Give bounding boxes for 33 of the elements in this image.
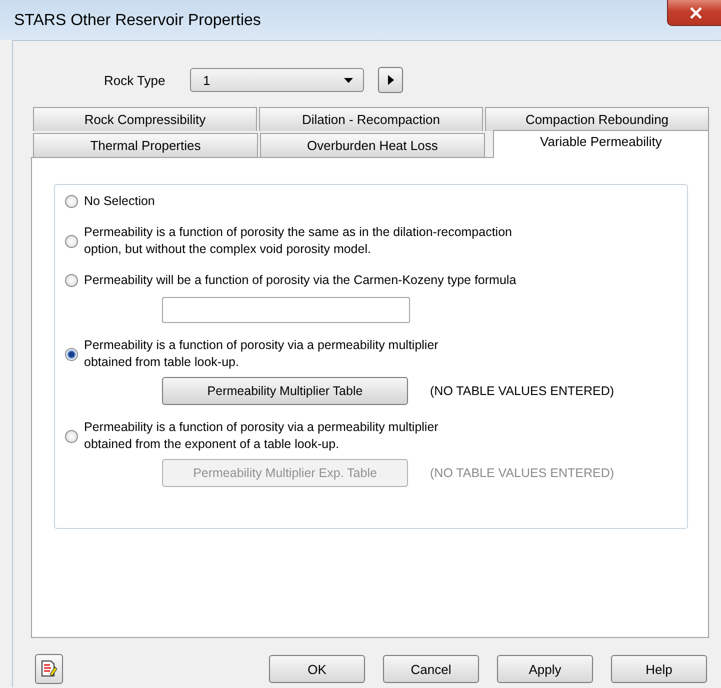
option-label: No Selection: [84, 193, 155, 210]
rock-type-dropdown[interactable]: 1: [190, 68, 364, 92]
tab[interactable]: Thermal Properties: [33, 133, 258, 157]
radio-button[interactable]: [65, 274, 78, 287]
formula-input-field[interactable]: [162, 297, 410, 323]
tab[interactable]: Rock Compressibility: [33, 107, 257, 131]
option-label: Permeability is a function of porosity the same as in the dilation-recompaction option, but without the complex void porosity model.: [84, 224, 512, 258]
next-button[interactable]: [378, 67, 403, 93]
table-status: (NO TABLE VALUES ENTERED): [430, 384, 614, 398]
tab[interactable]: Dilation - Recompaction: [259, 107, 483, 131]
dropdown-arrow-icon: [344, 78, 353, 82]
tab[interactable]: Variable Permeability: [492, 130, 709, 158]
tab[interactable]: Compaction Rebounding: [485, 107, 709, 131]
ok-button[interactable]: OK: [269, 655, 365, 683]
radio-button[interactable]: [65, 348, 78, 360]
table-status: (NO TABLE VALUES ENTERED): [430, 466, 614, 480]
option-label: Permeability will be a function of porosity via the Carmen-Kozeny type formula: [84, 272, 516, 289]
document-pencil-icon: [41, 660, 57, 678]
option-label: Permeability is a function of porosity via a permeability multiplier obtained from the exponent of a table look-up.: [84, 419, 438, 453]
window-title: STARS Other Reservoir Properties: [14, 11, 261, 30]
close-button[interactable]: [667, 0, 721, 26]
notes-button[interactable]: [35, 654, 63, 684]
tab[interactable]: Overburden Heat Loss: [260, 133, 485, 157]
table-button[interactable]: Permeability Multiplier Table: [162, 377, 408, 405]
radio-button[interactable]: [65, 234, 78, 248]
play-icon: [388, 75, 394, 85]
cancel-button[interactable]: Cancel: [383, 655, 479, 683]
apply-button[interactable]: Apply: [497, 655, 593, 683]
rock-type-label: Rock Type: [104, 72, 166, 88]
option-label: Permeability is a function of porosity via a permeability multiplier obtained from table look-up.: [84, 337, 438, 371]
close-icon: [689, 7, 703, 19]
help-button[interactable]: Help: [611, 655, 707, 683]
radio-button[interactable]: [65, 195, 78, 208]
